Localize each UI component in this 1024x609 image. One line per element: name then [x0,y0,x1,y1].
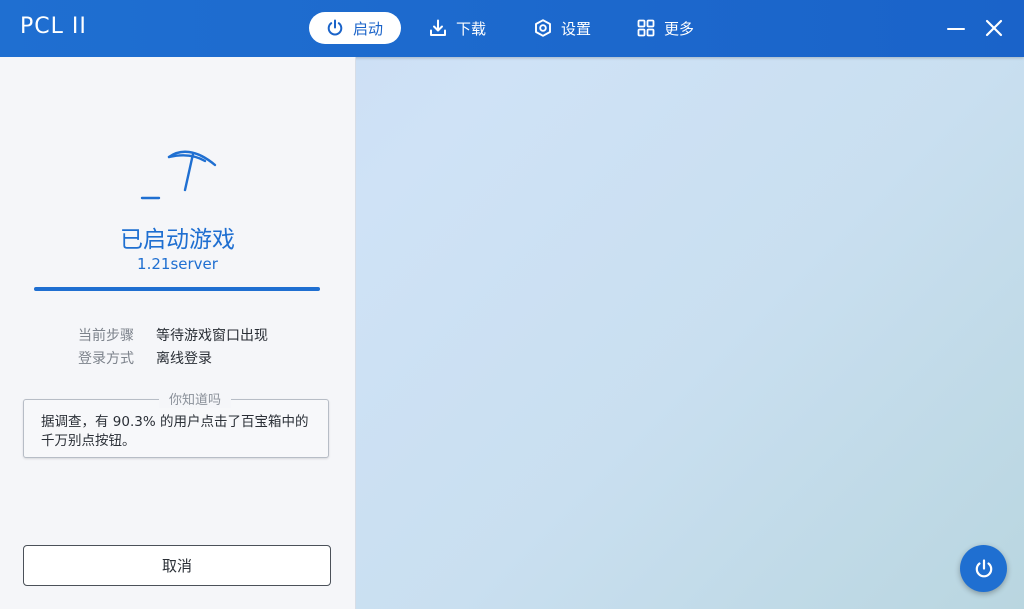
tip-card: 你知道吗 据调查，有 90.3% 的用户点击了百宝箱中的千万别点按钮。 [23,389,329,458]
nav-tab-label: 更多 [664,19,695,38]
launch-fab-button[interactable] [960,545,1007,592]
minimize-icon [947,28,965,30]
minimize-button[interactable] [944,16,968,40]
nav-tab-more[interactable]: 更多 [625,12,708,44]
launch-progress-bar [34,287,320,291]
info-value: 等待游戏窗口出现 [156,328,268,344]
nav-tab-settings[interactable]: 设置 [522,12,605,44]
nav-tab-label: 启动 [353,19,384,38]
pickaxe-icon [140,145,222,209]
launch-status-title: 已启动游戏 [120,227,235,253]
info-key: 登录方式 [78,351,134,367]
nav-tab-label: 下载 [456,19,487,38]
close-icon [985,19,1003,37]
close-button[interactable] [982,16,1006,40]
app-window: PCL II 启动 下载 设置 更多 已启动游戏 1.21server 当前步骤… [0,0,1024,609]
nav-tab-download[interactable]: 下载 [417,12,500,44]
settings-icon [534,19,552,37]
info-key: 当前步骤 [78,328,134,344]
cancel-button[interactable]: 取消 [23,545,331,586]
tip-text: 据调查，有 90.3% 的用户点击了百宝箱中的千万别点按钮。 [41,414,309,449]
launch-progress-fill [34,287,320,291]
main-nav: 启动 下载 设置 更多 [309,12,722,44]
info-value: 离线登录 [156,351,212,367]
title-bar[interactable]: PCL II 启动 下载 设置 更多 [0,0,1024,57]
nav-tab-label: 设置 [561,19,592,38]
download-icon [429,19,447,37]
tip-legend: 你知道吗 [159,389,232,408]
app-title: PCL II [20,14,87,39]
grid-icon [637,19,655,37]
launch-panel: 已启动游戏 1.21server 当前步骤 等待游戏窗口出现 登录方式 离线登录… [0,57,356,609]
power-icon [326,19,344,37]
power-icon [975,558,992,577]
nav-tab-launch[interactable]: 启动 [309,12,401,44]
launch-version-name: 1.21server [137,255,218,273]
